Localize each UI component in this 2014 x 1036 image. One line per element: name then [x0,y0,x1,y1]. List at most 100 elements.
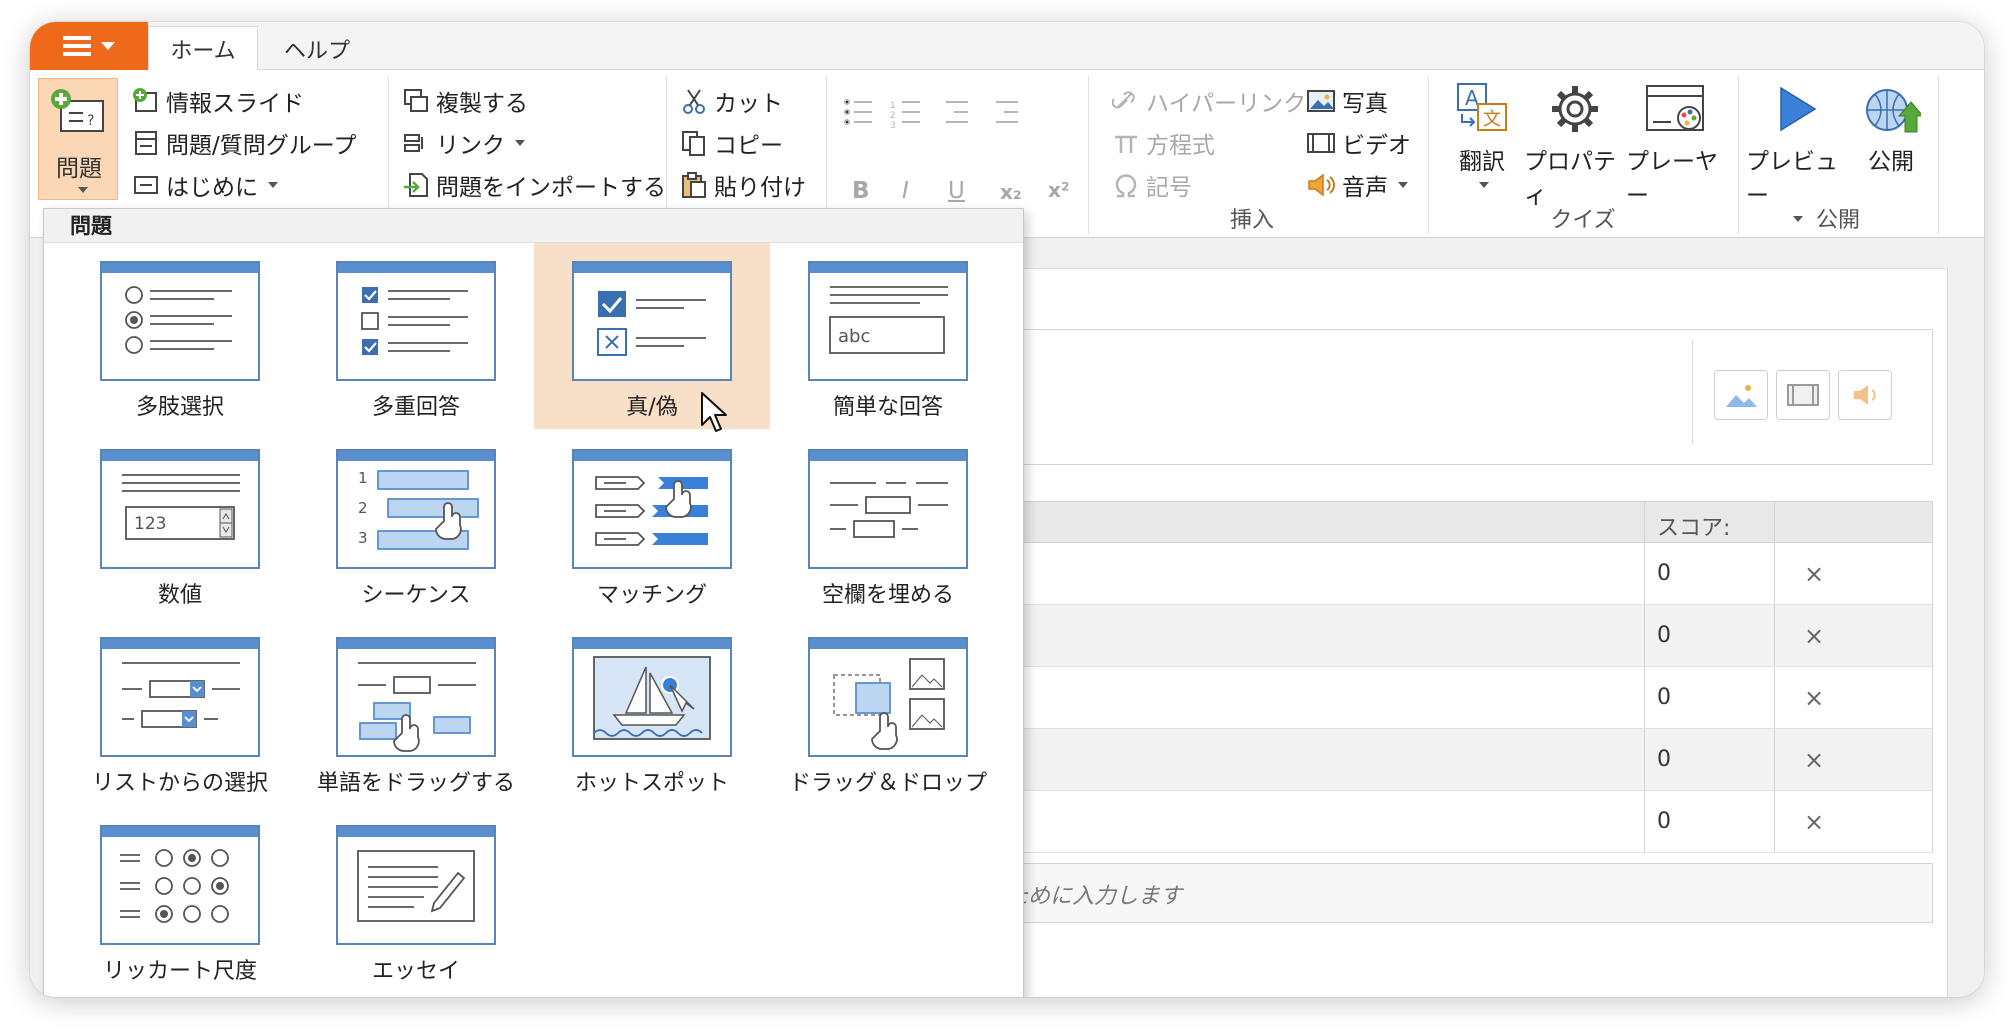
question-type-label: 真/偽 [626,395,678,420]
audio-button[interactable]: 音声 [1306,168,1408,202]
remove-answer-button[interactable]: × [1804,543,1824,604]
chevron-down-icon [1398,182,1408,188]
remove-answer-button[interactable]: × [1804,667,1824,728]
cut-button[interactable]: カット [680,84,783,118]
copy-button[interactable]: コピー [680,126,783,160]
photo-button[interactable]: 写真 [1306,84,1388,118]
short-answer-sample: abc [838,326,870,347]
remove-answer-button[interactable]: × [1804,605,1824,666]
tab-help[interactable]: ヘルプ [262,26,372,71]
question-type-label: 多重回答 [371,395,460,420]
question-group-icon [135,131,157,155]
paste-button[interactable]: 貼り付け [680,168,806,202]
divider [1644,502,1645,542]
info-slide-label: 情報スライド [166,91,304,117]
hyperlink-button[interactable]: ハイパーリンク [1112,84,1306,118]
svg-text:2: 2 [358,499,368,517]
true-false-icon [572,261,732,381]
subscript-button[interactable]: x₂ [1000,180,1022,204]
import-button[interactable]: 問題をインポートする [402,168,666,202]
symbol-button[interactable]: 記号 [1112,168,1192,202]
tab-home[interactable]: ホーム [148,26,258,71]
score-value[interactable]: 0 [1657,791,1671,852]
essay-icon [336,825,496,945]
equation-label: 方程式 [1146,133,1215,159]
translate-button[interactable]: A文 翻訳 [1440,82,1524,188]
insert-audio-button[interactable] [1838,370,1892,420]
likert-scale-icon [100,825,260,945]
svg-text:3: 3 [890,121,896,130]
question-type-drag-and-drop[interactable]: ドラッグ＆ドロップ [770,619,1006,805]
question-type-short-answer[interactable]: abc 簡単な回答 [770,243,1006,429]
link-button[interactable]: リンク [402,126,525,160]
question-type-matching[interactable]: マッチング [534,431,770,617]
score-value[interactable]: 0 [1657,667,1671,728]
score-value[interactable]: 0 [1657,605,1671,666]
omega-icon [1115,174,1137,198]
question-type-label: 数値 [157,583,202,608]
table-row: 0 × [983,791,1933,853]
question-type-hotspot[interactable]: ホットスポット [534,619,770,805]
question-type-essay[interactable]: エッセイ [298,807,534,993]
question-type-drag-words[interactable]: 単語をドラッグする [298,619,534,805]
video-button[interactable]: ビデオ [1306,126,1411,160]
intro-label: はじめに [166,175,258,201]
question-type-fill-in-blank[interactable]: 空欄を埋める [770,431,1006,617]
equation-button[interactable]: 方程式 [1112,126,1215,160]
properties-label: プロパティ [1524,149,1616,209]
score-value[interactable]: 0 [1657,729,1671,790]
insert-image-button[interactable] [1714,370,1768,420]
tab-bar: ホーム ヘルプ [30,22,1984,71]
question-type-multiple-choice[interactable]: 多肢選択 [62,243,298,429]
info-slide-button[interactable]: 情報スライド [132,84,304,118]
publish-button[interactable]: 公開 [1850,82,1932,176]
translate-icon: A文 [1457,83,1507,131]
svg-text:文: 文 [1483,109,1501,130]
scissors-icon [683,89,705,114]
table-row: 0 × [983,543,1933,605]
player-label: プレーヤー [1626,149,1718,209]
preview-button[interactable]: プレビュー [1746,82,1846,222]
underline-button[interactable]: U [948,178,965,204]
question-type-numeric[interactable]: 123 数値 [62,431,298,617]
multiple-choice-icon [100,261,260,381]
speaker-icon [1308,173,1335,197]
paste-icon [682,172,706,198]
italic-button[interactable]: I [902,178,909,204]
score-value[interactable]: 0 [1657,543,1671,604]
cut-label: カット [714,91,783,117]
link-label: リンク [436,133,505,159]
globe-upload-icon [1866,89,1921,133]
group-label-insert: 挿入 [1229,208,1274,233]
question-button[interactable]: ? 問題 [38,78,118,200]
player-button[interactable]: プレーヤー [1626,82,1726,210]
question-type-multiple-response[interactable]: 多重回答 [298,243,534,429]
app-menu-button[interactable] [30,22,148,70]
question-text-box[interactable]: に [983,329,1933,465]
question-type-sequence[interactable]: 1 2 3 シーケンス [298,431,534,617]
app-window: ホーム ヘルプ ? 問題 情報スライド 問題/質問グループ はじめに 複製する … [30,22,1984,997]
intro-button[interactable]: はじめに [132,168,278,202]
photo-icon [1307,90,1335,112]
remove-answer-button[interactable]: × [1804,729,1824,790]
hyperlink-icon [1112,91,1135,109]
question-group-button[interactable]: 問題/質問グループ [132,126,356,160]
question-type-label: シーケンス [361,583,471,608]
divider [1692,340,1693,444]
duplicate-button[interactable]: 複製する [402,84,528,118]
question-type-likert-scale[interactable]: リッカート尺度 [62,807,298,993]
multiple-response-icon [336,261,496,381]
insert-video-button[interactable] [1776,370,1830,420]
remove-answer-button[interactable]: × [1804,791,1824,852]
question-type-select-from-list[interactable]: リストからの選択 [62,619,298,805]
translate-label: 翻訳 [1459,149,1505,175]
divider [1938,76,1939,234]
properties-button[interactable]: プロパティ [1524,82,1626,210]
bold-button[interactable]: B [852,178,870,204]
question-type-true-false[interactable]: 真/偽 [534,243,770,429]
duplicate-label: 複製する [436,91,528,117]
question-type-label: 単語をドラッグする [316,771,515,796]
superscript-button[interactable]: x² [1048,178,1070,202]
chevron-down-icon [515,140,525,146]
feedback-field[interactable]: るために入力します [983,863,1933,923]
